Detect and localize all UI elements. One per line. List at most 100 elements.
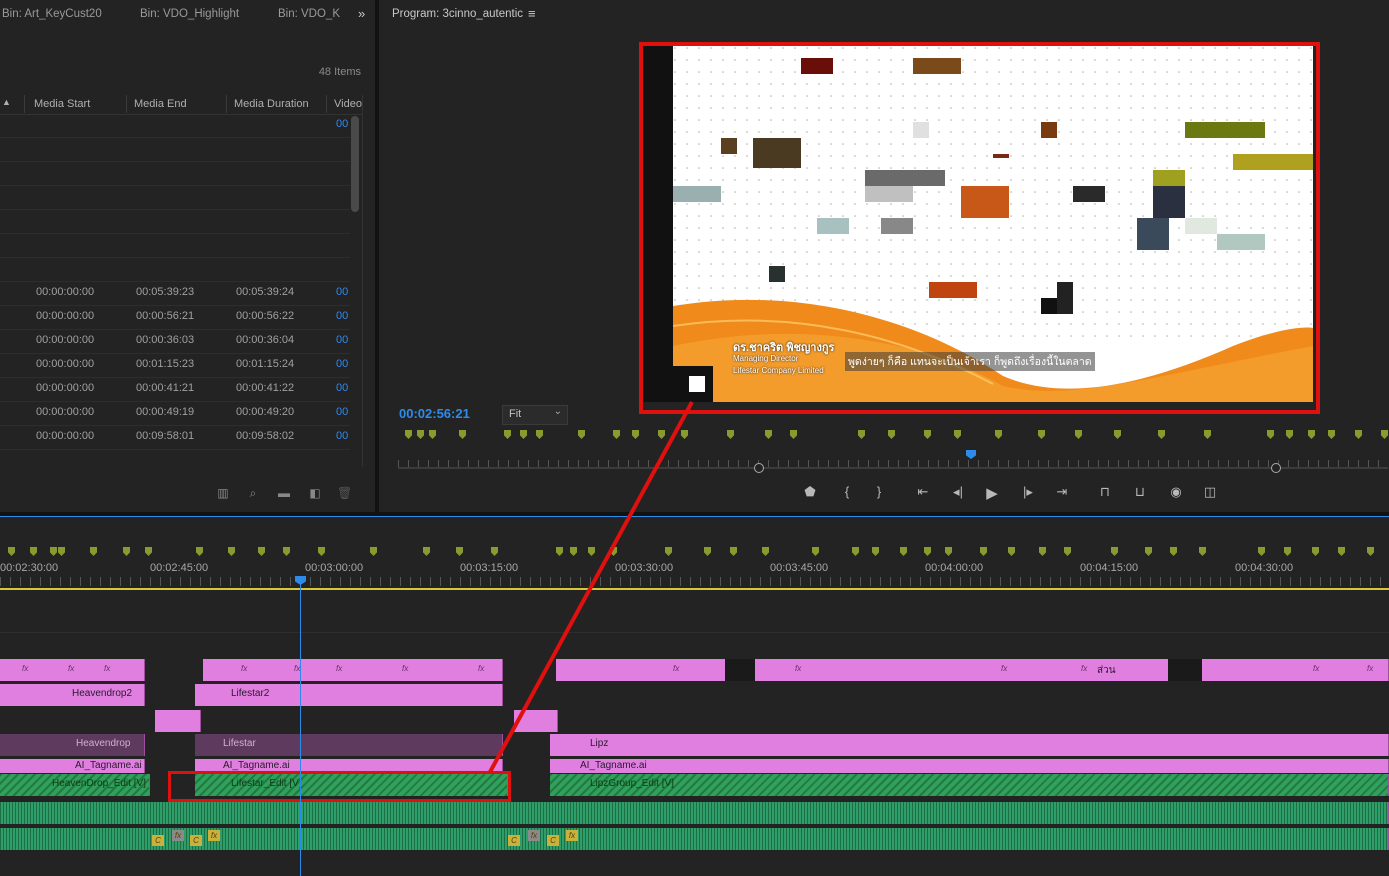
transition-icon[interactable]: C bbox=[547, 835, 559, 846]
double-chevron-right-icon[interactable]: » bbox=[358, 6, 365, 21]
add-marker-icon[interactable]: ⬟ bbox=[801, 484, 819, 500]
marker[interactable] bbox=[888, 430, 895, 439]
audio-clip[interactable] bbox=[0, 802, 1389, 824]
marker[interactable] bbox=[1355, 430, 1362, 439]
marker[interactable] bbox=[765, 430, 772, 439]
marker[interactable] bbox=[578, 430, 585, 439]
marker[interactable] bbox=[613, 430, 620, 439]
marker[interactable] bbox=[954, 430, 961, 439]
marker[interactable] bbox=[1267, 430, 1274, 439]
column-divider[interactable] bbox=[126, 95, 127, 113]
marker[interactable] bbox=[812, 547, 819, 556]
vertical-scrollbar[interactable] bbox=[351, 116, 359, 212]
clip-lifestar2[interactable]: Lifestar2 bbox=[195, 684, 503, 706]
marker[interactable] bbox=[1367, 547, 1374, 556]
marker[interactable] bbox=[258, 547, 265, 556]
marker[interactable] bbox=[1312, 547, 1319, 556]
go-to-in-icon[interactable]: ⇤ bbox=[914, 484, 932, 500]
table-row[interactable]: 00:00:00:00 00:00:49:19 00:00:49:20 00 bbox=[0, 401, 350, 426]
marker[interactable] bbox=[405, 430, 412, 439]
freeform-view-icon[interactable]: ▥ bbox=[216, 486, 230, 500]
timeline-clip[interactable] bbox=[514, 710, 558, 732]
table-row[interactable]: 00:00:00:00 00:00:41:21 00:00:41:22 00 bbox=[0, 377, 350, 402]
zoom-scrollbar[interactable] bbox=[398, 467, 1388, 469]
marker[interactable] bbox=[900, 547, 907, 556]
marker[interactable] bbox=[570, 547, 577, 556]
marker[interactable] bbox=[1204, 430, 1211, 439]
search-icon[interactable]: ⌕ bbox=[246, 486, 260, 500]
marker[interactable] bbox=[1338, 547, 1345, 556]
marker[interactable] bbox=[995, 430, 1002, 439]
column-media-duration[interactable]: Media Duration bbox=[234, 98, 309, 110]
marker[interactable] bbox=[1308, 430, 1315, 439]
marker[interactable] bbox=[8, 547, 15, 556]
new-bin-icon[interactable]: ▬ bbox=[277, 486, 291, 500]
marker[interactable] bbox=[1008, 547, 1015, 556]
clip-ai-tagname[interactable]: AI_Tagname.ai bbox=[550, 759, 1389, 773]
marker[interactable] bbox=[1064, 547, 1071, 556]
marker[interactable] bbox=[456, 547, 463, 556]
transition-icon[interactable]: fx bbox=[208, 830, 220, 841]
marker[interactable] bbox=[727, 430, 734, 439]
marker[interactable] bbox=[504, 430, 511, 439]
marker[interactable] bbox=[429, 430, 436, 439]
marker[interactable] bbox=[1170, 547, 1177, 556]
column-media-end[interactable]: Media End bbox=[134, 98, 187, 110]
column-divider[interactable] bbox=[326, 95, 327, 113]
marker[interactable] bbox=[1328, 430, 1335, 439]
table-row[interactable]: 00:00:00:00 00:05:39:23 00:05:39:24 00 bbox=[0, 281, 350, 306]
zoom-fit-dropdown[interactable]: Fit ⌄ bbox=[502, 405, 568, 425]
marker[interactable] bbox=[945, 547, 952, 556]
tab-bin-vdo-k[interactable]: Bin: VDO_K bbox=[278, 8, 340, 20]
marker[interactable] bbox=[123, 547, 130, 556]
timeline-time-ruler[interactable] bbox=[0, 577, 1389, 586]
table-row[interactable]: 00:00:00:00 00:09:58:01 00:09:58:02 00 bbox=[0, 425, 350, 450]
marker[interactable] bbox=[681, 430, 688, 439]
column-video[interactable]: Video bbox=[334, 98, 362, 110]
marker[interactable] bbox=[858, 430, 865, 439]
marker[interactable] bbox=[1145, 547, 1152, 556]
marker[interactable] bbox=[58, 547, 65, 556]
marker[interactable] bbox=[1075, 430, 1082, 439]
trash-icon[interactable]: 🗑 bbox=[337, 486, 352, 500]
comparison-view-icon[interactable]: ◫ bbox=[1201, 484, 1219, 500]
timeline-clip[interactable] bbox=[556, 659, 1389, 681]
step-back-icon[interactable]: ◂| bbox=[949, 484, 967, 500]
marker[interactable] bbox=[1286, 430, 1293, 439]
marker[interactable] bbox=[459, 430, 466, 439]
marker[interactable] bbox=[790, 430, 797, 439]
marker[interactable] bbox=[1381, 430, 1388, 439]
marker[interactable] bbox=[196, 547, 203, 556]
marker[interactable] bbox=[423, 547, 430, 556]
transition-icon[interactable]: C bbox=[508, 835, 520, 846]
transition-icon[interactable]: fx bbox=[566, 830, 578, 841]
marker[interactable] bbox=[30, 547, 37, 556]
marker[interactable] bbox=[491, 547, 498, 556]
zoom-handle-left[interactable] bbox=[754, 463, 764, 473]
marker[interactable] bbox=[370, 547, 377, 556]
marker[interactable] bbox=[1038, 430, 1045, 439]
caret-up-icon[interactable]: ▲ bbox=[2, 97, 11, 107]
transition-icon[interactable]: fx bbox=[528, 830, 540, 841]
marker[interactable] bbox=[924, 547, 931, 556]
export-frame-icon[interactable]: ◉ bbox=[1167, 484, 1185, 500]
hamburger-menu-icon[interactable]: ≡ bbox=[528, 6, 536, 21]
marker[interactable] bbox=[50, 547, 57, 556]
table-row[interactable]: 00:00:00:00 00:00:56:21 00:00:56:22 00 bbox=[0, 305, 350, 330]
tab-bin-art-keycust[interactable]: Bin: Art_KeyCust20 bbox=[2, 8, 102, 20]
marker[interactable] bbox=[762, 547, 769, 556]
column-divider[interactable] bbox=[24, 95, 25, 113]
lift-icon[interactable]: ⊓ bbox=[1096, 484, 1114, 500]
go-to-out-icon[interactable]: ⇥ bbox=[1053, 484, 1071, 500]
marker[interactable] bbox=[417, 430, 424, 439]
marker[interactable] bbox=[632, 430, 639, 439]
marker[interactable] bbox=[318, 547, 325, 556]
marker[interactable] bbox=[1284, 547, 1291, 556]
marker[interactable] bbox=[730, 547, 737, 556]
marker[interactable] bbox=[228, 547, 235, 556]
work-area-bar[interactable] bbox=[0, 588, 1389, 590]
marker[interactable] bbox=[924, 430, 931, 439]
program-monitor-title[interactable]: Program: 3cinno_autentic bbox=[392, 8, 523, 20]
marker[interactable] bbox=[556, 547, 563, 556]
marker[interactable] bbox=[852, 547, 859, 556]
